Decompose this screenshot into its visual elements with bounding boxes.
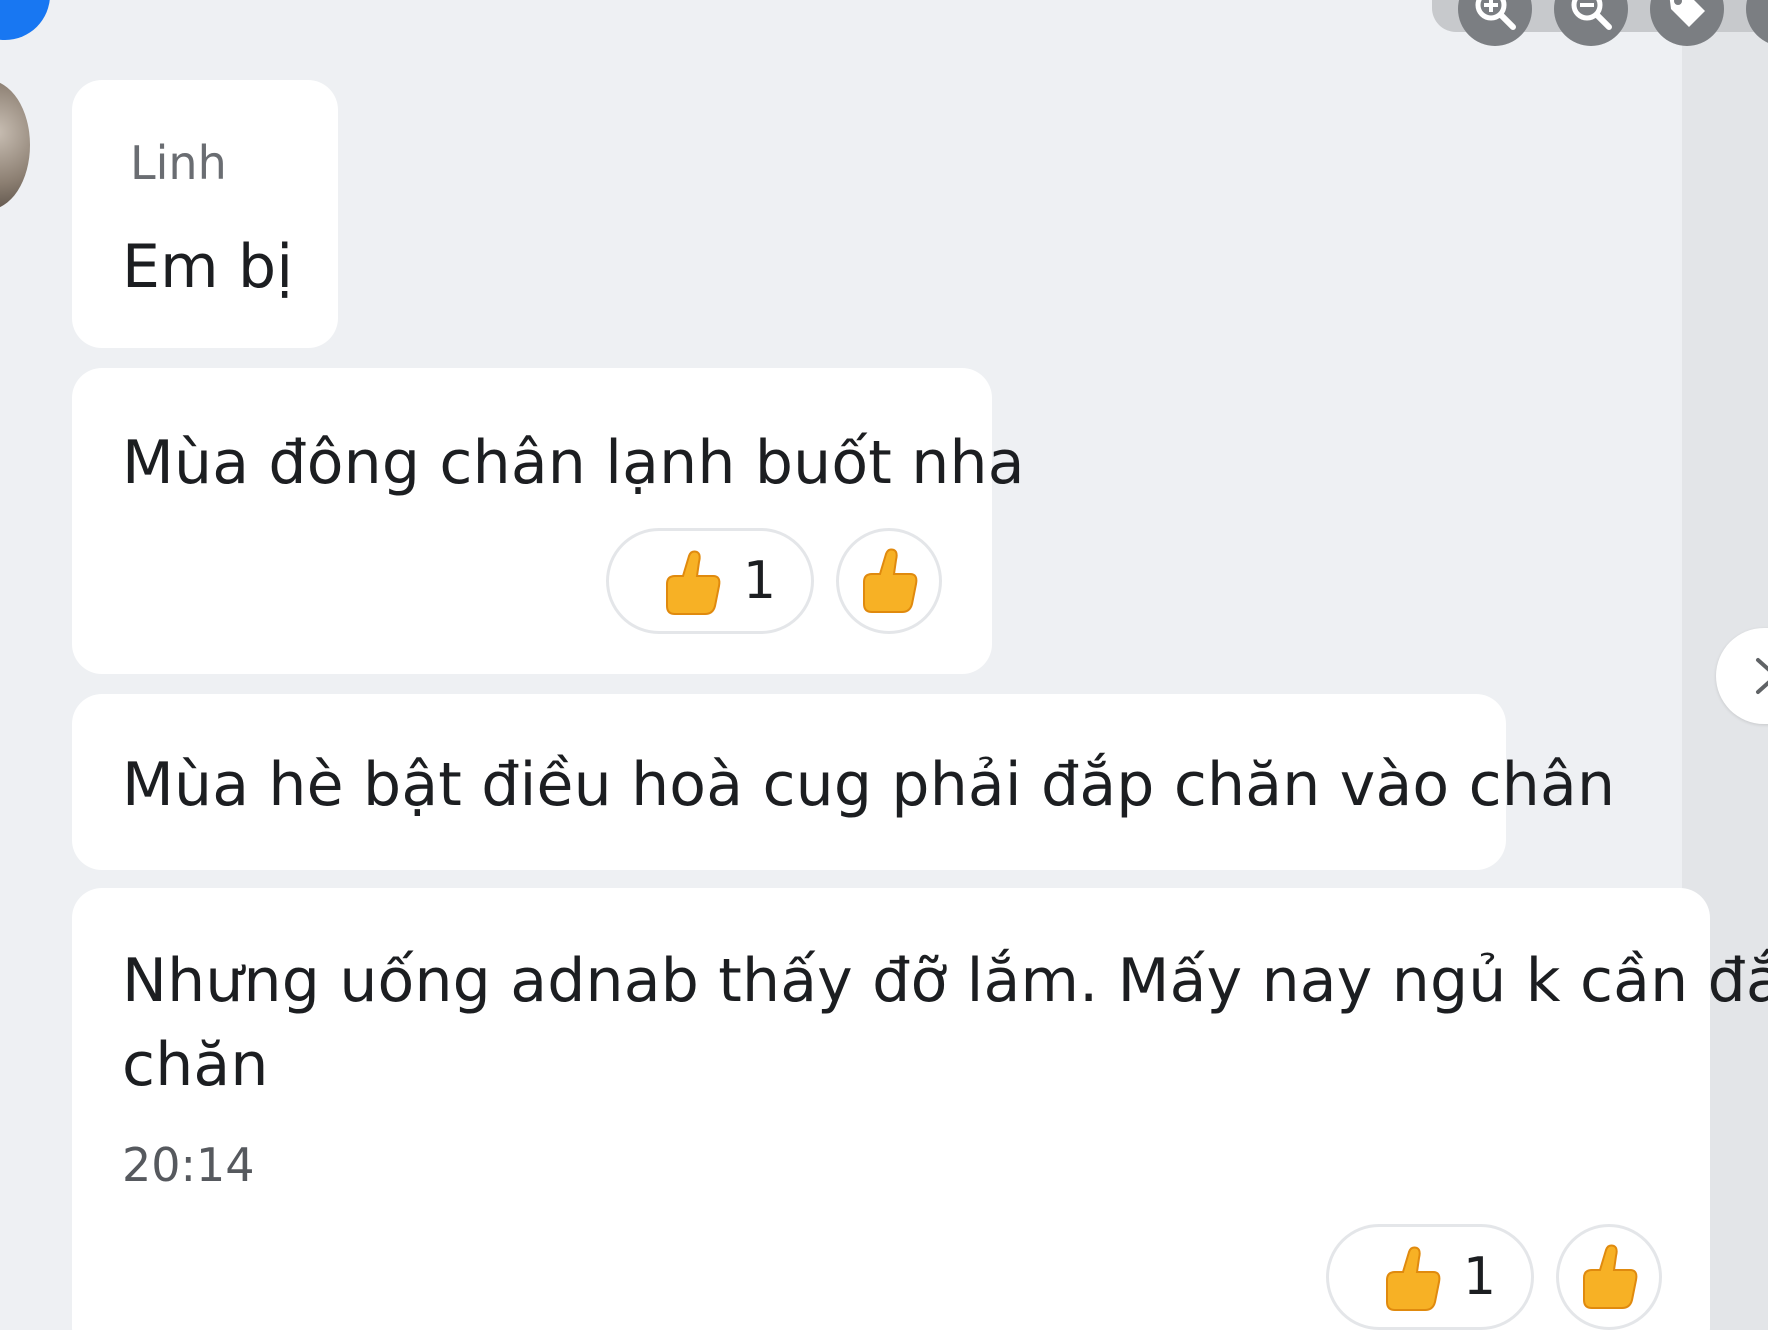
message-bubble[interactable] <box>72 80 338 348</box>
message-text-line-2: chăn <box>122 1030 269 1100</box>
sender-name: Linh <box>130 136 227 190</box>
add-reaction-button[interactable] <box>836 528 942 634</box>
facebook-logo[interactable] <box>0 0 50 40</box>
tag-icon <box>1661 0 1713 35</box>
avatar[interactable] <box>0 80 30 210</box>
message-text: Mùa đông chân lạnh buốt nha <box>122 428 1025 498</box>
reaction-count-pill[interactable]: 1 <box>1326 1224 1534 1330</box>
zoom-out-icon <box>1565 0 1617 35</box>
chevron-right-icon <box>1756 658 1768 694</box>
reaction-count-pill[interactable]: 1 <box>606 528 814 634</box>
thumbs-up-icon <box>1583 1244 1638 1309</box>
zoom-in-icon <box>1469 0 1521 35</box>
zoom-out-button[interactable] <box>1554 0 1628 46</box>
chat-screenshot: Linh Em bị Mùa đông chân lạnh buốt nha 1… <box>0 0 1768 1337</box>
thumbs-up-icon <box>1386 1246 1441 1311</box>
reaction-count: 1 <box>1463 1247 1497 1307</box>
message-text-line-1: Nhưng uống adnab thấy đỡ lắm. Mấy nay ng… <box>122 946 1768 1016</box>
message-text: Mùa hè bật điều hoà cug phải đắp chăn và… <box>122 750 1616 820</box>
message-timestamp: 20:14 <box>122 1138 255 1192</box>
reaction-count: 1 <box>743 551 777 611</box>
message-text: Em bị <box>122 232 294 302</box>
thumbs-up-icon <box>666 550 721 615</box>
message-bubble[interactable] <box>72 368 992 674</box>
add-reaction-button[interactable] <box>1556 1224 1662 1330</box>
zoom-in-button[interactable] <box>1458 0 1532 46</box>
thumbs-up-icon <box>863 548 918 613</box>
